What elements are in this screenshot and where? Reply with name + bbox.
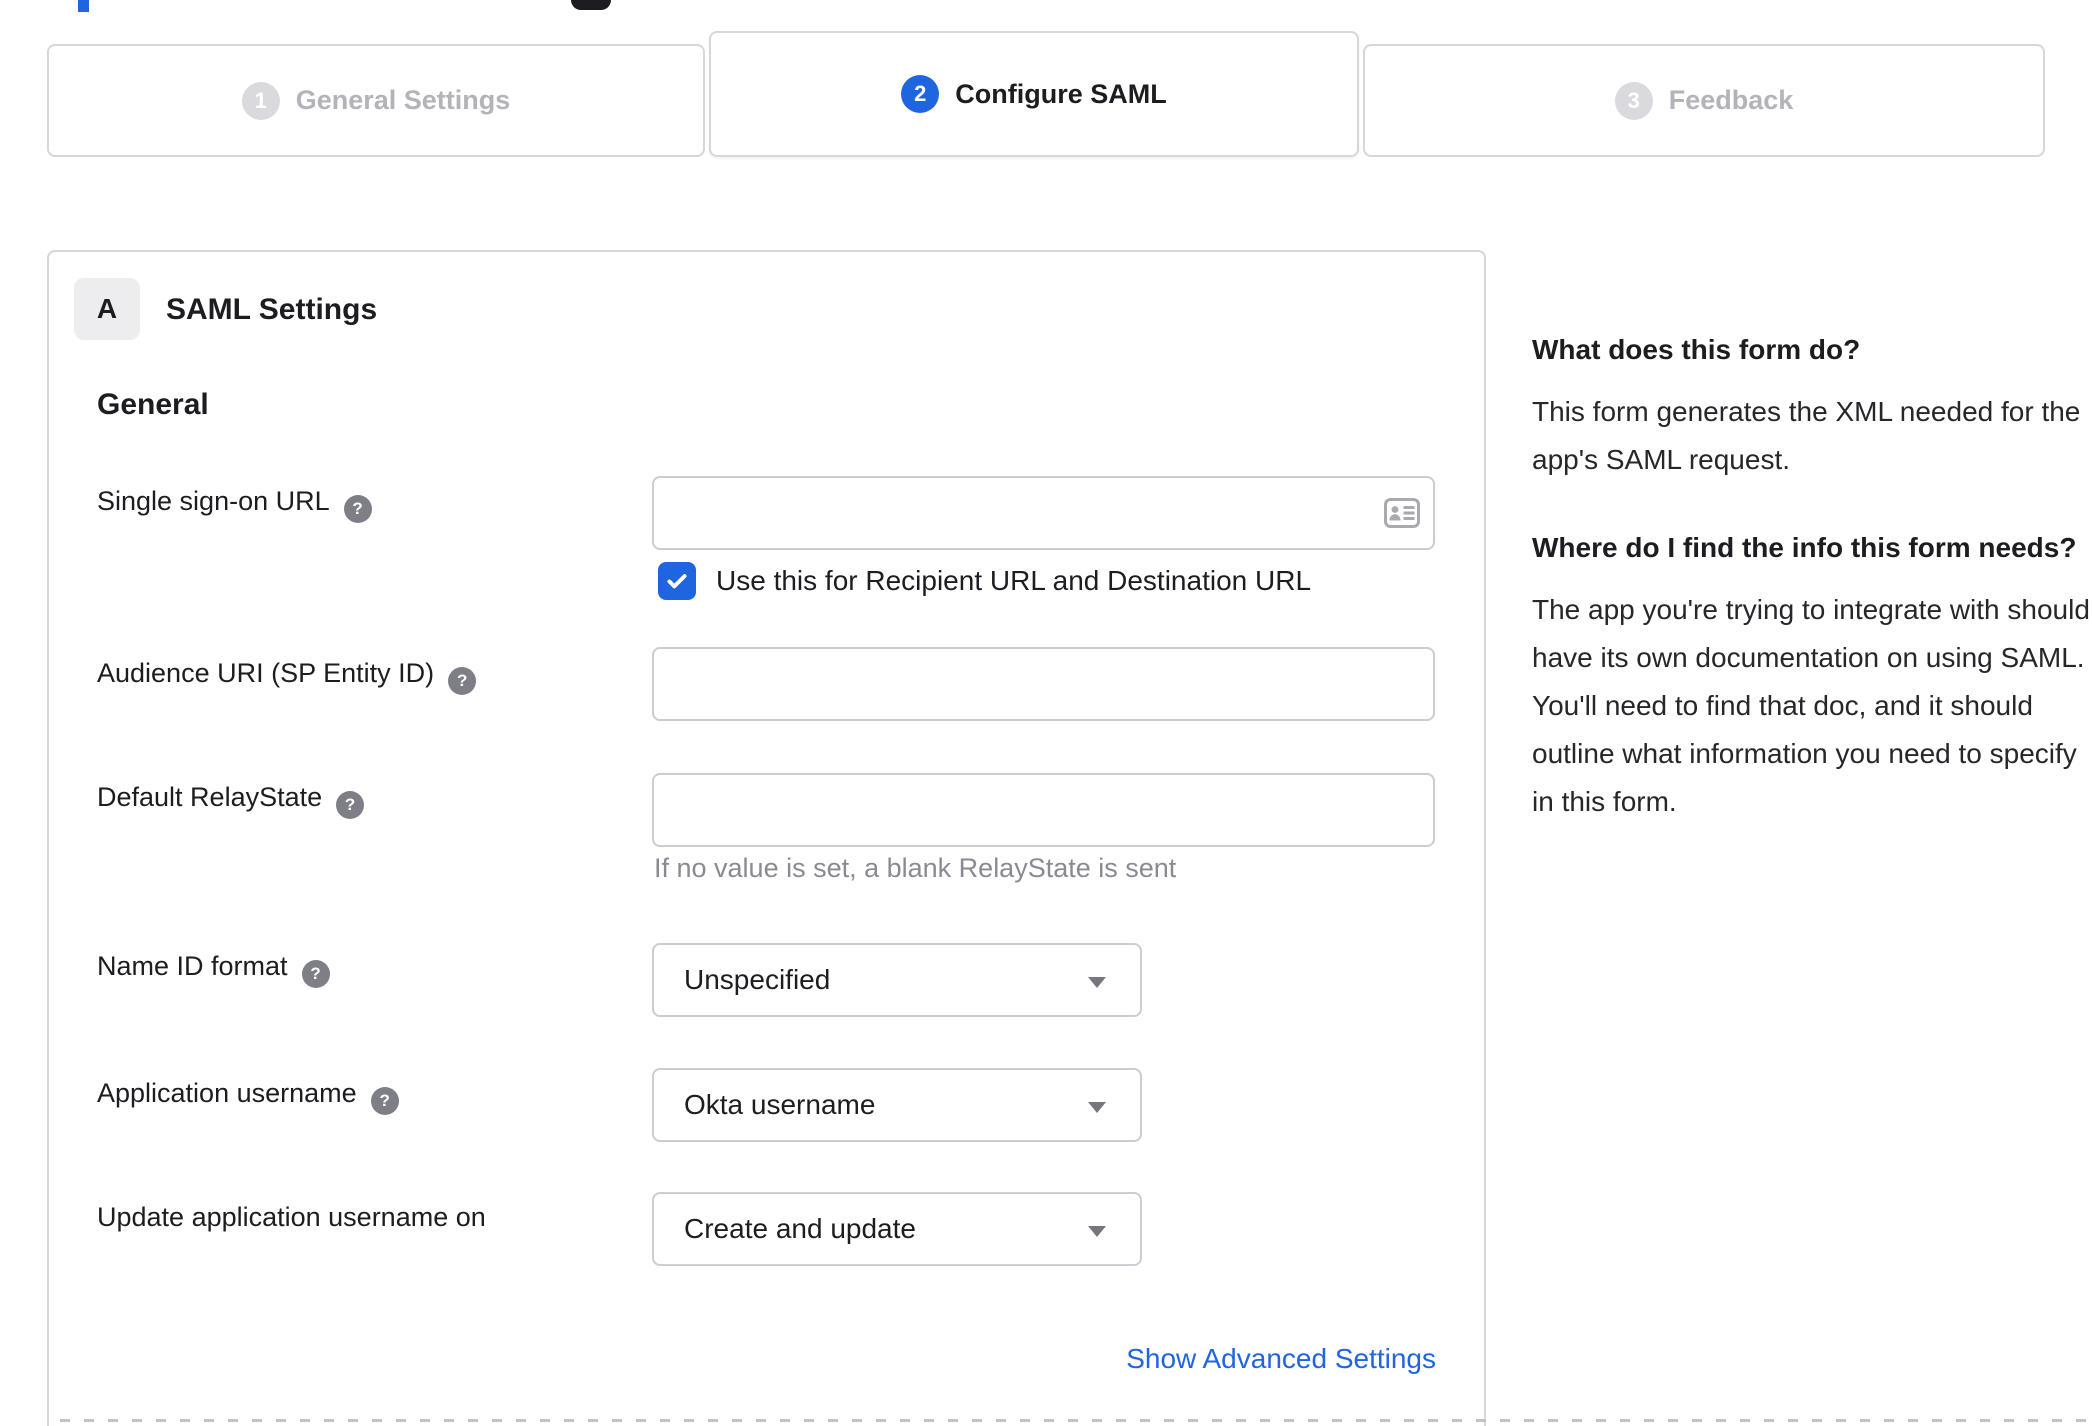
- sso-url-label-text: Single sign-on URL: [97, 486, 330, 516]
- step-number-badge: 3: [1614, 81, 1653, 120]
- help-q2-body: The app you're trying to integrate with …: [1532, 594, 2090, 817]
- step-general-settings[interactable]: 1 General Settings: [47, 44, 705, 157]
- relaystate-label-text: Default RelayState: [97, 782, 323, 812]
- cropped-header-fragment-blue: [78, 0, 89, 12]
- update-username-label: Update application username on: [97, 1200, 486, 1234]
- help-panel: What does this form do? This form genera…: [1532, 326, 2092, 826]
- audience-uri-field-wrap: [652, 647, 1435, 721]
- chevron-down-icon: [1088, 977, 1106, 988]
- chevron-down-icon: [1088, 1102, 1106, 1113]
- recipient-url-checkbox-row: Use this for Recipient URL and Destinati…: [658, 562, 1311, 600]
- cropped-header-fragment-black: [571, 0, 611, 10]
- sso-url-label: Single sign-on URL?: [97, 484, 372, 523]
- recipient-url-checkbox-label: Use this for Recipient URL and Destinati…: [716, 565, 1312, 596]
- show-advanced-settings-link[interactable]: Show Advanced Settings: [1126, 1343, 1436, 1375]
- help-q1-title: What does this form do?: [1532, 334, 1861, 365]
- recipient-url-checkbox[interactable]: [658, 562, 696, 600]
- saml-settings-card: A SAML Settings General Single sign-on U…: [47, 250, 1486, 1426]
- relaystate-label: Default RelayState?: [97, 780, 365, 819]
- application-username-label-text: Application username: [97, 1078, 357, 1108]
- relaystate-help-icon[interactable]: ?: [336, 791, 365, 819]
- step-configure-saml[interactable]: 2 Configure SAML: [709, 31, 1359, 157]
- relaystate-hint: If no value is set, a blank RelayState i…: [654, 853, 1177, 883]
- chevron-down-icon: [1088, 1226, 1106, 1237]
- step-label: General Settings: [295, 85, 511, 115]
- sso-url-input[interactable]: [652, 476, 1435, 550]
- step-label: Configure SAML: [955, 78, 1167, 109]
- relaystate-field-wrap: [652, 773, 1435, 847]
- sso-url-help-icon[interactable]: ?: [343, 495, 372, 523]
- audience-uri-label-text: Audience URI (SP Entity ID): [97, 658, 435, 688]
- audience-uri-label: Audience URI (SP Entity ID)?: [97, 656, 477, 695]
- page: 1 General Settings 2 Configure SAML 3 Fe…: [0, 0, 2092, 1426]
- help-q2-title: Where do I find the info this form needs…: [1532, 532, 2077, 563]
- contact-card-icon: [1384, 498, 1420, 528]
- step-feedback[interactable]: 3 Feedback: [1363, 44, 2045, 157]
- name-id-format-select[interactable]: Unspecified: [652, 943, 1142, 1017]
- section-title: SAML Settings: [166, 293, 378, 326]
- application-username-label: Application username?: [97, 1076, 399, 1115]
- checkmark-icon: [667, 574, 687, 589]
- application-username-value: Okta username: [684, 1089, 876, 1120]
- name-id-format-value: Unspecified: [684, 964, 831, 995]
- application-username-select[interactable]: Okta username: [652, 1068, 1142, 1142]
- sso-url-field-wrap: [652, 476, 1435, 550]
- update-username-value: Create and update: [684, 1213, 916, 1244]
- audience-uri-input[interactable]: [652, 647, 1435, 721]
- wizard-stepper: 1 General Settings 2 Configure SAML 3 Fe…: [47, 31, 2045, 157]
- update-username-label-text: Update application username on: [97, 1202, 486, 1232]
- step-label: Feedback: [1668, 85, 1794, 115]
- audience-uri-help-icon[interactable]: ?: [448, 667, 477, 695]
- name-id-format-label: Name ID format?: [97, 949, 330, 988]
- section-divider-dashed: [60, 1419, 2092, 1422]
- help-q1-body: This form generates the XML needed for t…: [1532, 396, 2081, 475]
- section-badge: A: [74, 278, 140, 340]
- step-number-badge: 2: [901, 75, 940, 113]
- relaystate-input[interactable]: [652, 773, 1435, 847]
- name-id-format-label-text: Name ID format: [97, 951, 288, 981]
- name-id-format-help-icon[interactable]: ?: [301, 960, 330, 988]
- group-heading-general: General: [97, 388, 209, 421]
- step-number-badge: 1: [241, 81, 280, 120]
- application-username-help-icon[interactable]: ?: [370, 1087, 399, 1115]
- update-username-select[interactable]: Create and update: [652, 1192, 1142, 1266]
